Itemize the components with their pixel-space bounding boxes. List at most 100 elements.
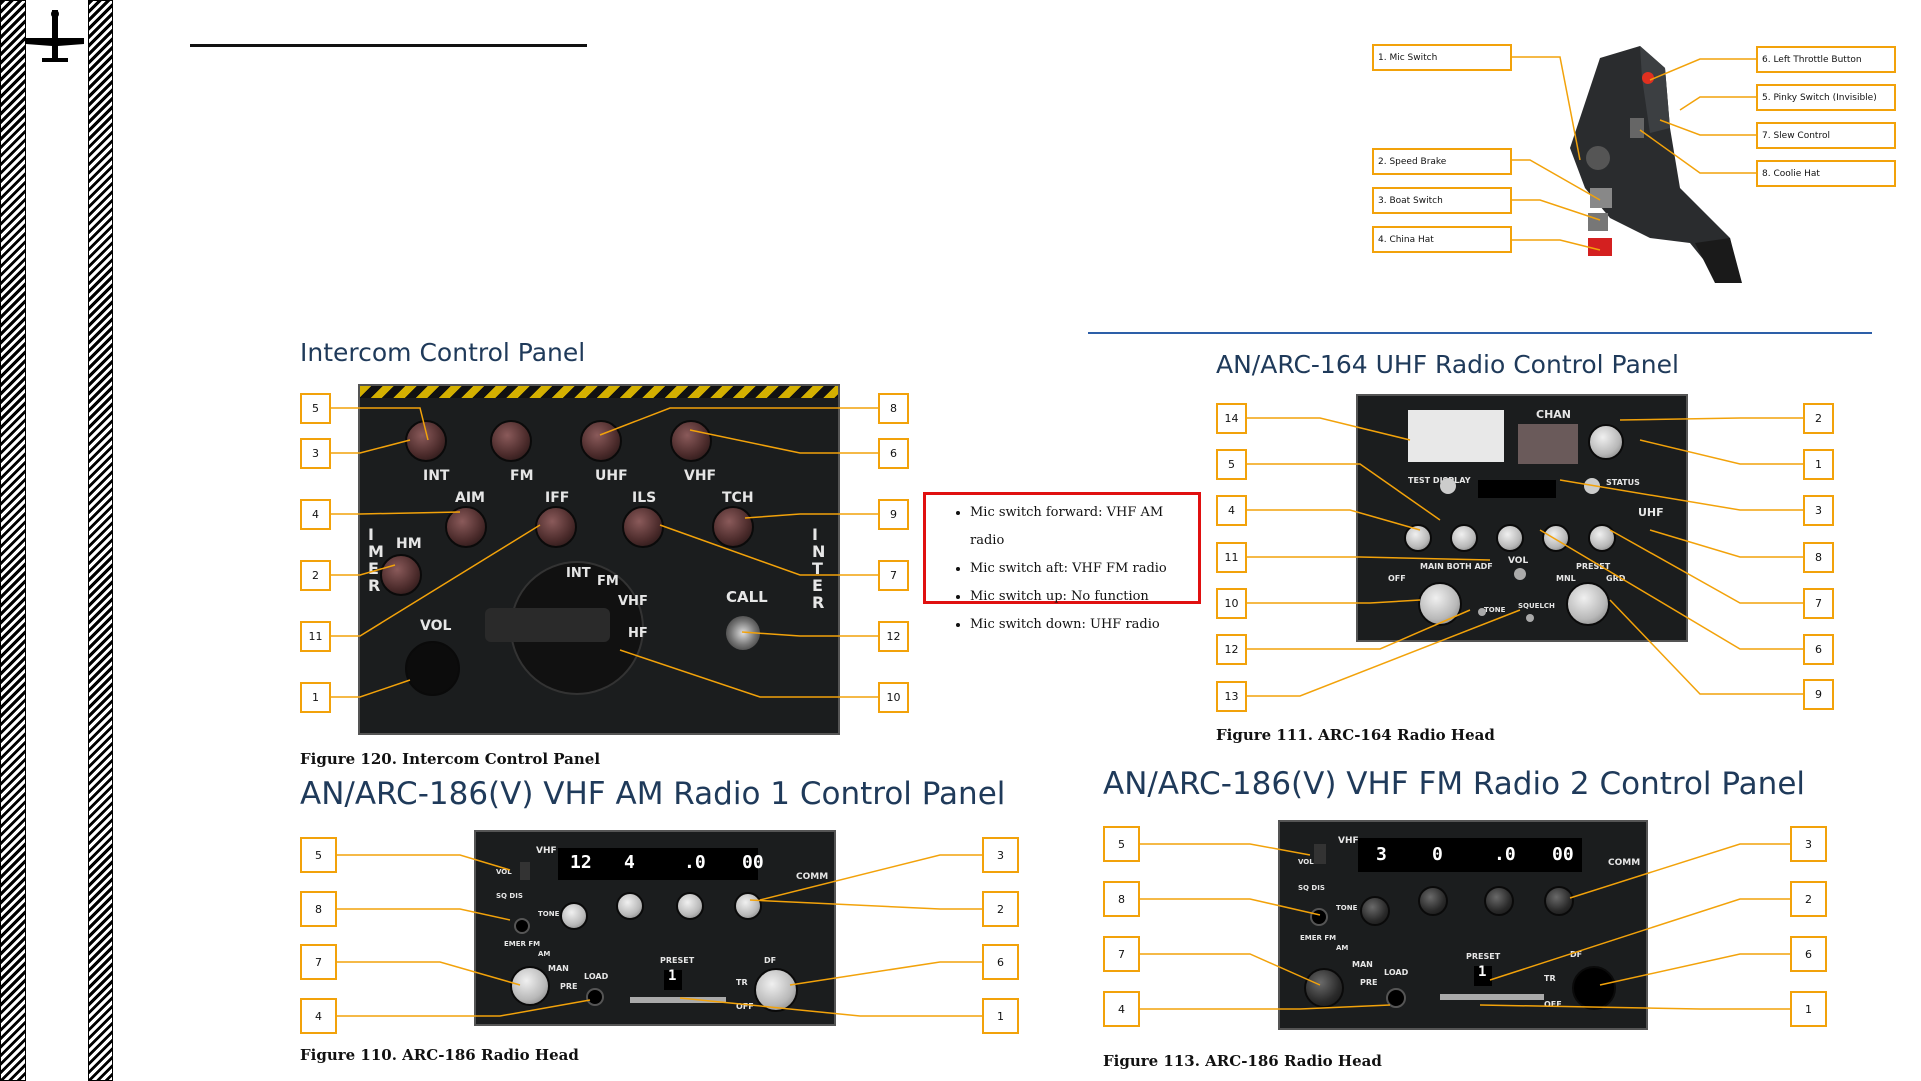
freq-knob-5[interactable] xyxy=(1588,524,1616,552)
vol-label: VOL xyxy=(420,618,452,634)
vhf-fm-callout-1: 1 xyxy=(1790,991,1827,1027)
vhf-fm-function-selector[interactable] xyxy=(1572,966,1616,1010)
channel-knob[interactable] xyxy=(1588,424,1624,460)
vhf-label: VHF xyxy=(684,468,717,484)
vhf-am-squelch-switch[interactable] xyxy=(514,918,530,934)
vhf-am-freq-knob-3[interactable] xyxy=(676,892,704,920)
uhf-callout-4: 4 xyxy=(1216,495,1247,526)
hm-knob[interactable] xyxy=(380,554,422,596)
vhf-fm-tone-label: TONE xyxy=(1336,904,1358,912)
iff-label: IFF xyxy=(545,490,570,506)
status-button[interactable] xyxy=(1584,478,1600,494)
uhf-title: AN/ARC-164 UHF Radio Control Panel xyxy=(1216,350,1679,379)
uhf-knob[interactable] xyxy=(580,420,622,462)
call-button[interactable] xyxy=(726,616,760,650)
freq-knob-4[interactable] xyxy=(1542,524,1570,552)
freq-knob-1[interactable] xyxy=(1404,524,1432,552)
intercom-callout-6: 6 xyxy=(878,438,909,469)
vhf-fm-callout-7: 7 xyxy=(1103,936,1140,972)
vhf-fm-vhf-label: VHF xyxy=(1338,836,1359,846)
uhf-label: UHF xyxy=(595,468,628,484)
vhf-am-callout-5: 5 xyxy=(300,837,337,873)
call-label: CALL xyxy=(726,588,768,606)
vhf-fm-volume-wheel[interactable] xyxy=(1314,844,1326,864)
vhf-am-comm-label: COMM xyxy=(796,872,829,882)
vhf-am-callout-7: 7 xyxy=(300,944,337,980)
aim-knob[interactable] xyxy=(445,506,487,548)
vhf-am-freq-knob-1[interactable] xyxy=(560,902,588,930)
ils-knob[interactable] xyxy=(622,506,664,548)
uhf-callout-1: 1 xyxy=(1803,449,1834,480)
vhf-fm-preset-label: PRESET xyxy=(1466,952,1501,961)
vhf-fm-tr-label: TR xyxy=(1544,974,1556,983)
vhf-am-load-button[interactable] xyxy=(586,988,604,1006)
tch-knob[interactable] xyxy=(712,506,754,548)
fm-label: FM xyxy=(510,468,534,484)
selector-handle[interactable] xyxy=(485,608,610,642)
uhf-callout-11: 11 xyxy=(1216,542,1247,573)
aim-label: AIM xyxy=(455,490,485,506)
tone-button[interactable] xyxy=(1478,608,1486,616)
right-hazard-stripe xyxy=(88,0,113,1081)
uhf-callout-9: 9 xyxy=(1803,679,1834,710)
uhf-callout-6: 6 xyxy=(1803,634,1834,665)
iff-knob[interactable] xyxy=(535,506,577,548)
vhf-fm-freq-knob-4[interactable] xyxy=(1544,886,1574,916)
header-rule xyxy=(190,44,587,47)
vhf-fm-freq-knob-2[interactable] xyxy=(1418,886,1448,916)
off-label: OFF xyxy=(1388,574,1406,583)
vhf-am-volume-wheel[interactable] xyxy=(520,862,530,880)
vhf-am-freq-knob-2[interactable] xyxy=(616,892,644,920)
vhf-fm-freq-knob-3[interactable] xyxy=(1484,886,1514,916)
uhf-side-label: UHF xyxy=(1638,506,1664,519)
uhf-callout-13: 13 xyxy=(1216,681,1247,712)
uhf-callout-14: 14 xyxy=(1216,403,1247,434)
squelch-switch[interactable] xyxy=(1526,614,1534,622)
freq-knob-2[interactable] xyxy=(1450,524,1478,552)
vhf-fm-load-button[interactable] xyxy=(1386,988,1406,1008)
uhf-preset-card xyxy=(1408,410,1504,462)
volume-knob[interactable] xyxy=(405,641,460,696)
vhf-fm-preset-slider[interactable] xyxy=(1440,994,1544,1000)
vhf-am-panel: 12 4 .0 00 VHF COMM PRESET 1 LOAD PRE MA… xyxy=(474,830,836,1026)
vhf-am-preset-label: PRESET xyxy=(660,956,695,965)
selector-fm-label: FM xyxy=(597,574,619,589)
fm-knob[interactable] xyxy=(490,420,532,462)
test-display-button[interactable] xyxy=(1440,478,1456,494)
vhf-fm-freq-knob-1[interactable] xyxy=(1360,896,1390,926)
mic-note-item: Mic switch forward: VHF AM radio xyxy=(970,499,1198,555)
vhf-am-function-selector[interactable] xyxy=(754,968,798,1012)
vhf-knob[interactable] xyxy=(670,420,712,462)
vhf-am-mode-selector[interactable] xyxy=(510,966,550,1006)
mode-selector[interactable] xyxy=(1566,582,1610,626)
freq-knob-3[interactable] xyxy=(1496,524,1524,552)
vhf-fm-mode-selector[interactable] xyxy=(1304,968,1344,1008)
throttle-label-mic-switch: 1. Mic Switch xyxy=(1372,44,1512,71)
vhf-am-preset-slider[interactable] xyxy=(630,997,726,1003)
vhf-fm-vol-label: VOL xyxy=(1298,858,1314,866)
squelch-label: SQUELCH xyxy=(1518,602,1555,610)
vhf-fm-emer-label: EMER FM xyxy=(1300,934,1337,942)
uhf-callout-12: 12 xyxy=(1216,634,1247,665)
intercom-callout-2: 2 xyxy=(300,560,331,591)
vhf-fm-digit-1: 3 xyxy=(1376,844,1387,865)
vhf-fm-sq-label: SQ DIS xyxy=(1298,884,1325,892)
intercom-callout-3: 3 xyxy=(300,438,331,469)
vhf-fm-pre-label: PRE xyxy=(1360,978,1378,987)
vhf-am-callout-8: 8 xyxy=(300,891,337,927)
left-hazard-stripe xyxy=(0,0,26,1081)
vhf-am-tr-label: TR xyxy=(736,978,748,987)
uhf-vol-knob[interactable] xyxy=(1514,568,1526,580)
vhf-am-vol-label: VOL xyxy=(496,868,512,876)
throttle-image xyxy=(1570,46,1742,283)
mic-note-item: Mic switch up: No function xyxy=(970,583,1198,611)
function-label: MAIN BOTH ADF xyxy=(1420,562,1493,571)
vhf-am-digit-1: 12 xyxy=(570,852,592,873)
int-knob[interactable] xyxy=(405,420,447,462)
vhf-am-digit-2: 4 xyxy=(624,852,635,873)
inter-side-label: INTER xyxy=(812,525,826,612)
function-selector[interactable] xyxy=(1418,582,1462,626)
intercom-callout-10: 10 xyxy=(878,682,909,713)
vhf-am-freq-knob-4[interactable] xyxy=(734,892,762,920)
vhf-fm-squelch-switch[interactable] xyxy=(1310,908,1328,926)
